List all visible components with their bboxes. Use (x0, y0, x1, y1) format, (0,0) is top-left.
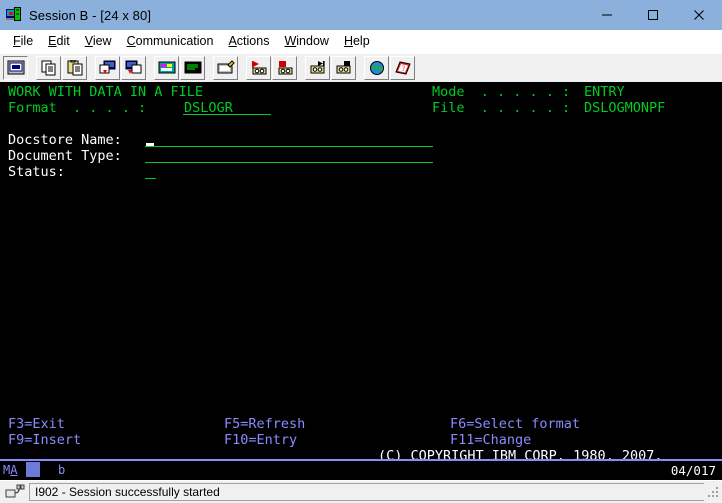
send-file-icon[interactable] (95, 56, 120, 80)
connection-icon (4, 483, 26, 501)
edit-keyboard-icon[interactable] (213, 56, 238, 80)
paste-icon[interactable] (62, 56, 87, 80)
toolbar-group-clipboard (36, 56, 88, 80)
menu-window[interactable]: Window (277, 32, 336, 50)
toolbar-separator (206, 56, 213, 80)
document-type-label: Document Type: (8, 148, 122, 164)
toolbar-group-keyboard (213, 56, 239, 80)
toolbar-separator (357, 56, 364, 80)
toolbar-separator (29, 56, 36, 80)
display-session-icon[interactable] (3, 56, 28, 80)
keypad-icon[interactable] (154, 56, 179, 80)
docstore-name-label: Docstore Name: (8, 132, 122, 148)
fkey-f5-refresh[interactable]: F5=Refresh (224, 416, 305, 432)
format-label: Format . . . . : (8, 100, 147, 116)
toolbar-separator (147, 56, 154, 80)
menu-actions[interactable]: Actions (221, 32, 277, 50)
fkey-f3-exit[interactable]: F3=Exit (8, 416, 65, 432)
minimize-button[interactable] (584, 0, 630, 30)
svg-text:?: ? (401, 64, 405, 73)
file-label: File . . . . . : (432, 100, 571, 116)
text-cursor (146, 143, 154, 146)
fkey-f10-entry[interactable]: F10=Entry (224, 432, 297, 448)
session-window: Session B - [24 x 80] File Edit View Com… (0, 0, 722, 503)
mode-label: Mode . . . . . : (432, 84, 571, 100)
toolbar-separator (298, 56, 305, 80)
mode-value: ENTRY (584, 84, 625, 100)
format-field-underline (183, 114, 271, 115)
help-book-icon[interactable]: ? (390, 56, 415, 80)
toolbar: ? (0, 53, 722, 82)
docstore-name-underline (145, 146, 433, 147)
operator-information-area: MA b 04/017 (0, 459, 722, 480)
toolbar-group-display (3, 56, 29, 80)
oia-keyboard-indicator: b (58, 463, 66, 477)
status-message: I902 - Session successfully started (29, 483, 704, 501)
toolbar-separator (239, 56, 246, 80)
oia-system-indicator: MA (3, 463, 18, 477)
menu-help[interactable]: Help (337, 32, 378, 50)
menu-file[interactable]: File (6, 32, 41, 50)
copyright-text: (C) COPYRIGHT IBM CORP. 1980, 2007. (378, 448, 663, 459)
status-label: Status: (8, 164, 65, 180)
window-controls (584, 0, 722, 30)
screen-icon[interactable] (180, 56, 205, 80)
menu-edit[interactable]: Edit (41, 32, 78, 50)
terminal-screen[interactable]: WORK WITH DATA IN A FILE Mode . . . . . … (0, 82, 722, 459)
record-macro-icon[interactable] (246, 56, 271, 80)
status-underline (145, 178, 156, 179)
window-title: Session B - [24 x 80] (29, 7, 152, 23)
fkey-f6-select-format[interactable]: F6=Select format (450, 416, 580, 432)
toolbar-group-display-options (154, 56, 206, 80)
oia-input-inhibited-block (26, 462, 40, 477)
copy-icon[interactable] (36, 56, 61, 80)
status-bar: I902 - Session successfully started (0, 480, 722, 503)
title-bar: Session B - [24 x 80] (0, 0, 722, 30)
maximize-button[interactable] (630, 0, 676, 30)
play-macro-icon[interactable] (305, 56, 330, 80)
fkey-f11-change[interactable]: F11=Change (450, 432, 531, 448)
toolbar-separator (88, 56, 95, 80)
toolbar-group-help: ? (364, 56, 416, 80)
oia-cursor-position: 04/017 (670, 463, 716, 478)
stop-record-macro-icon[interactable] (272, 56, 297, 80)
receive-file-icon[interactable] (121, 56, 146, 80)
globe-icon[interactable] (364, 56, 389, 80)
document-type-underline (145, 162, 433, 163)
close-button[interactable] (676, 0, 722, 30)
fkey-f9-insert[interactable]: F9=Insert (8, 432, 81, 448)
toolbar-group-transfer (95, 56, 147, 80)
resize-grip[interactable] (704, 483, 722, 501)
toolbar-group-record (246, 56, 298, 80)
screen-title: WORK WITH DATA IN A FILE (8, 84, 204, 100)
file-value: DSLOGMONPF (584, 100, 666, 116)
stop-macro-icon[interactable] (331, 56, 356, 80)
menu-view[interactable]: View (78, 32, 120, 50)
menu-bar: File Edit View Communication Actions Win… (0, 30, 722, 53)
menu-communication[interactable]: Communication (120, 32, 222, 50)
session-icon (6, 7, 22, 23)
toolbar-group-play (305, 56, 357, 80)
